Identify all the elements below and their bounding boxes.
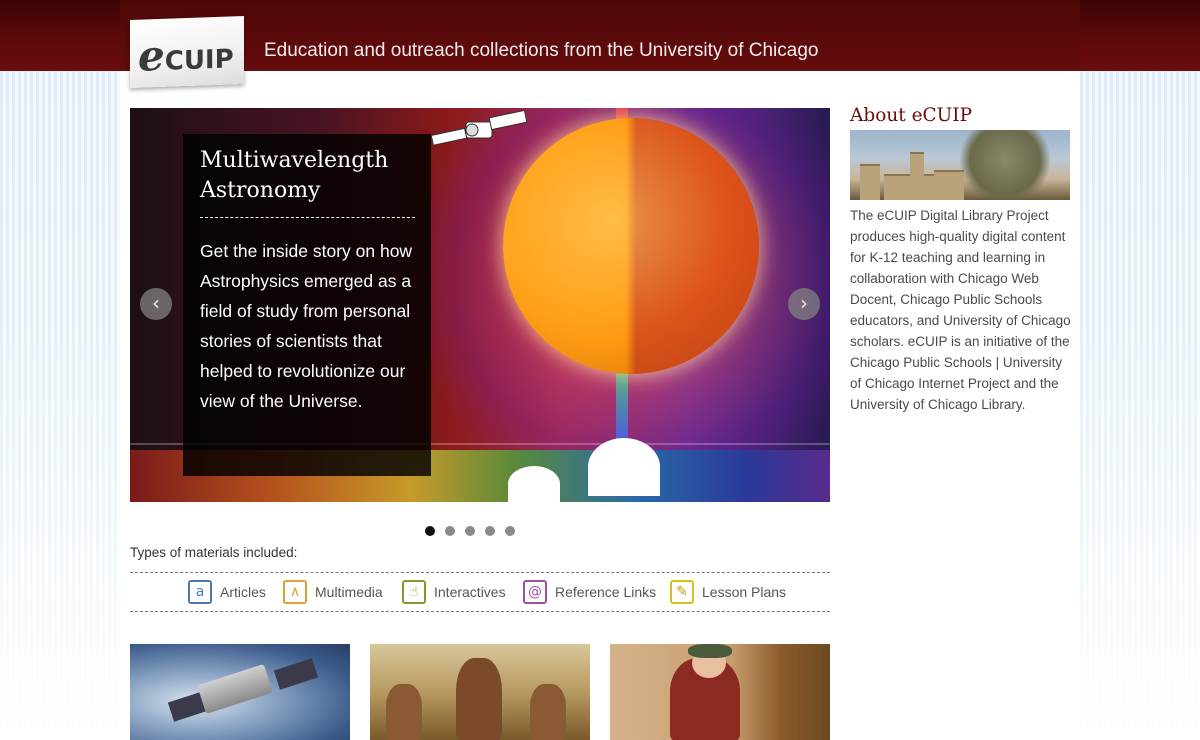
gargoyle-statue [960, 130, 1050, 200]
ecuip-logo[interactable]: eCUIP [130, 16, 244, 88]
featured-slider: Multiwavelength Astronomy Get the inside… [130, 108, 830, 502]
slider-dot[interactable] [505, 526, 515, 536]
telescope-body [197, 663, 273, 715]
satellite-icon [430, 110, 528, 146]
type-label: Interactives [434, 584, 506, 600]
caption-divider [200, 217, 415, 218]
slider-dot[interactable] [445, 526, 455, 536]
collection-thumbnail-native-americans[interactable] [370, 644, 590, 740]
type-multimedia[interactable]: ∧ Multimedia [283, 579, 383, 605]
type-label: Reference Links [555, 584, 657, 600]
collection-thumbnail-hubble[interactable] [130, 644, 350, 740]
slider-pagination [425, 521, 525, 536]
logo-e: e [138, 30, 165, 81]
slider-prev-button[interactable]: ‹ [140, 288, 172, 320]
solar-panel [273, 658, 319, 690]
type-reference-links[interactable]: @ Reference Links [523, 579, 656, 605]
child-bandana [688, 644, 732, 658]
side-stripes-left [0, 71, 120, 740]
slider-dot[interactable] [485, 526, 495, 536]
slider-next-button[interactable]: › [788, 288, 820, 320]
interactives-icon: ☝ [402, 580, 426, 604]
logo-text: eCUIP [138, 28, 234, 81]
site-tagline: Education and outreach collections from … [264, 40, 819, 61]
about-title: About eCUIP [850, 105, 973, 126]
type-lesson-plans[interactable]: ✎ Lesson Plans [670, 579, 786, 605]
figure-chief [456, 658, 502, 740]
slide-caption: Multiwavelength Astronomy Get the inside… [183, 134, 431, 476]
about-text: The eCUIP Digital Library Project produc… [850, 208, 1071, 412]
figure-left [386, 684, 422, 740]
lesson-plans-icon: ✎ [670, 580, 694, 604]
type-label: Multimedia [315, 584, 383, 600]
observatory-dome-small [508, 466, 560, 502]
slide-caption-title: Multiwavelength Astronomy [200, 148, 389, 203]
sun-image [503, 118, 759, 374]
page: eCUIP Education and outreach collections… [120, 0, 1080, 740]
building-hall [884, 174, 934, 200]
articles-icon: a [188, 580, 212, 604]
logo-cuip: CUIP [164, 44, 234, 77]
materials-types-bar: a Articles ∧ Multimedia ☝ Interactives @… [130, 572, 830, 612]
side-stripes-right [1080, 71, 1200, 740]
materials-types-label: Types of materials included: [130, 545, 298, 560]
type-interactives[interactable]: ☝ Interactives [402, 579, 506, 605]
multimedia-icon: ∧ [283, 580, 307, 604]
slider-dot[interactable] [425, 526, 435, 536]
type-label: Lesson Plans [702, 584, 787, 600]
observatory-dome-large [588, 438, 660, 496]
type-articles[interactable]: a Articles [188, 579, 266, 605]
slide-caption-body: Get the inside story on how Astrophysics… [200, 241, 413, 411]
type-label: Articles [220, 584, 266, 600]
reference-links-icon: @ [523, 580, 547, 604]
about-image [850, 130, 1070, 200]
building-tower [910, 152, 924, 200]
collection-thumbnail-historical-reenactment[interactable] [610, 644, 830, 740]
figure-right [530, 684, 566, 740]
building-tower [860, 164, 880, 200]
slider-dot[interactable] [465, 526, 475, 536]
